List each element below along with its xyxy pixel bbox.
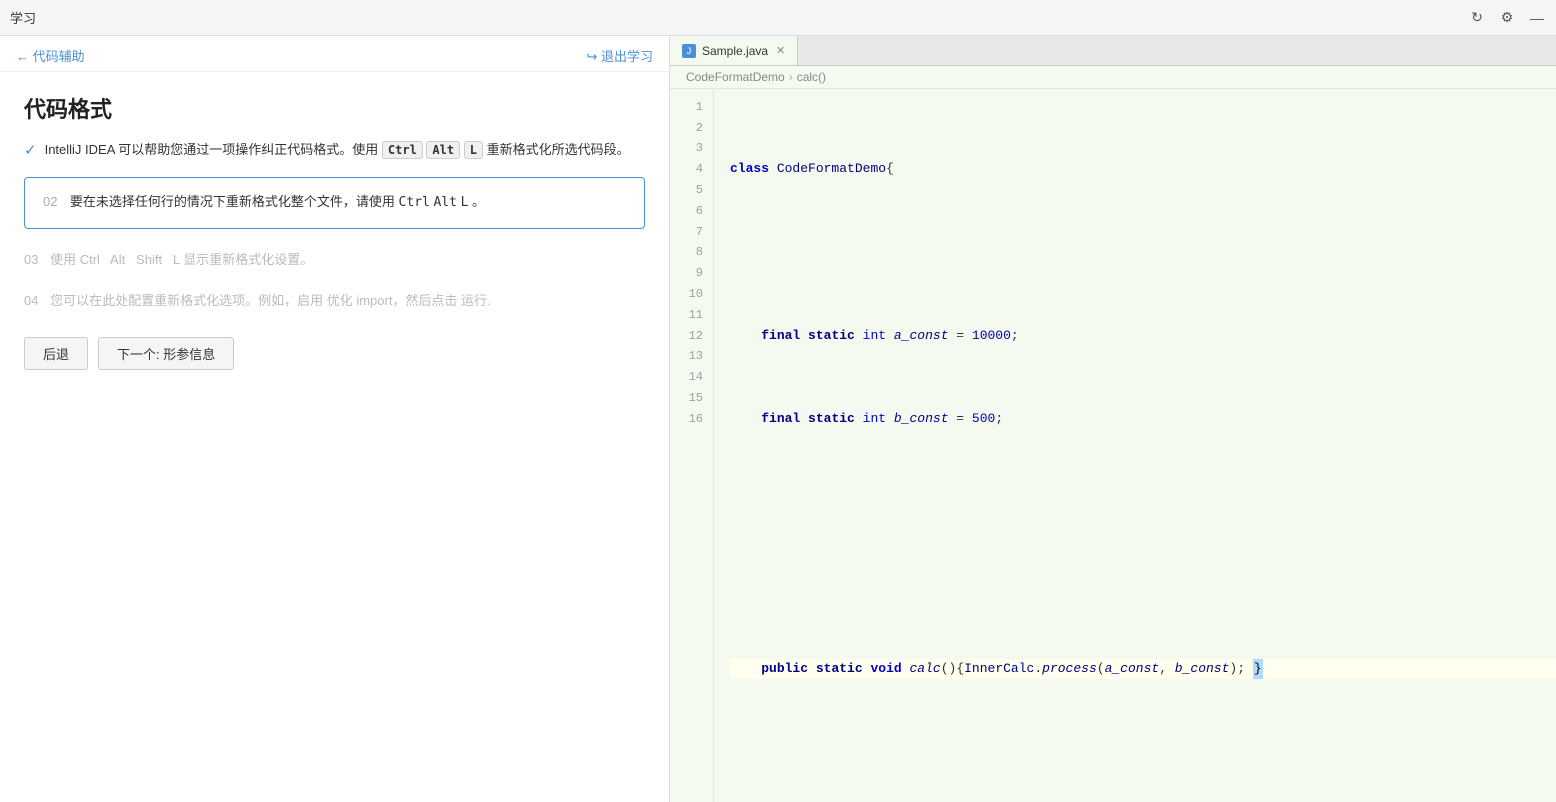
- step2-number: 02: [43, 194, 57, 209]
- page-title: 代码格式: [24, 92, 645, 124]
- ln-12: 12: [670, 326, 713, 347]
- ln-16: 16: [670, 409, 713, 430]
- next-button[interactable]: 下一个: 形参信息: [98, 337, 234, 370]
- java-file-icon: J: [682, 44, 696, 58]
- step4-text: 您可以在此处配置重新格式化选项。例如，启用 优化 import，然后点击 运行.: [50, 293, 491, 308]
- ln-3: 3: [670, 139, 713, 160]
- code-line-7: public static void calc(){InnerCalc.proc…: [730, 659, 1556, 680]
- top-bar-actions: ↻ ⚙ —: [1468, 9, 1546, 27]
- breadcrumb-method: calc(): [797, 70, 826, 84]
- step3-text: 使用 Ctrl Alt Shift L 显示重新格式化设置。: [50, 252, 313, 267]
- ln-9: 9: [670, 263, 713, 284]
- settings-icon[interactable]: ⚙: [1498, 9, 1516, 27]
- code-area[interactable]: 1 2 3 4 5 6 7 8 9 10 11 12 13 14 15 16 c…: [670, 89, 1556, 802]
- breadcrumb-class: CodeFormatDemo: [686, 70, 785, 84]
- ln-6: 6: [670, 201, 713, 222]
- step1-check-icon: ✓: [24, 141, 37, 159]
- code-line-1: class CodeFormatDemo{: [730, 159, 1556, 180]
- code-lines: class CodeFormatDemo{ final static int a…: [714, 89, 1556, 802]
- app-title: 学习: [10, 8, 36, 27]
- sample-java-tab[interactable]: J Sample.java ✕: [670, 36, 798, 65]
- button-row: 后退 下一个: 形参信息: [24, 337, 645, 370]
- breadcrumb-separator: ›: [789, 70, 793, 84]
- ln-2: 2: [670, 118, 713, 139]
- step2-kbd3: L: [461, 195, 469, 210]
- ln-10: 10: [670, 284, 713, 305]
- right-panel: J Sample.java ✕ CodeFormatDemo › calc() …: [670, 36, 1556, 802]
- tab-label: Sample.java: [702, 44, 768, 58]
- ln-1: 1: [670, 97, 713, 118]
- step3: 03 使用 Ctrl Alt Shift L 显示重新格式化设置。: [24, 245, 645, 272]
- ln-5: 5: [670, 180, 713, 201]
- step1: ✓ IntelliJ IDEA 可以帮助您通过一项操作纠正代码格式。使用 Ctr…: [24, 140, 645, 161]
- step2-text: 要在未选择任何行的情况下重新格式化整个文件，请使用 Ctrl Alt L 。: [70, 194, 485, 209]
- ln-11: 11: [670, 305, 713, 326]
- step1-text: IntelliJ IDEA 可以帮助您通过一项操作纠正代码格式。使用 Ctrl …: [45, 140, 630, 161]
- ln-4: 4: [670, 159, 713, 180]
- step1-check: ✓ IntelliJ IDEA 可以帮助您通过一项操作纠正代码格式。使用 Ctr…: [24, 140, 645, 161]
- left-panel: ← 代码辅助 ↪ 退出学习 代码格式 ✓ IntelliJ IDEA 可以帮助您…: [0, 36, 670, 802]
- step1-kbd3: L: [464, 141, 483, 159]
- cls-codeformatdemo: CodeFormatDemo: [777, 159, 886, 180]
- code-line-4: final static int b_const = 500;: [730, 409, 1556, 430]
- step2-kbd1: Ctrl: [399, 195, 430, 210]
- exit-link[interactable]: ↪ 退出学习: [586, 46, 653, 65]
- ln-7: 7: [670, 222, 713, 243]
- step1-kbd2: Alt: [426, 141, 460, 159]
- step4: 04 您可以在此处配置重新格式化选项。例如，启用 优化 import，然后点击 …: [24, 286, 645, 313]
- left-content: 代码格式 ✓ IntelliJ IDEA 可以帮助您通过一项操作纠正代码格式。使…: [0, 72, 669, 390]
- step2-kbd2: Alt: [433, 195, 456, 210]
- refresh-icon[interactable]: ↻: [1468, 9, 1486, 27]
- breadcrumb: CodeFormatDemo › calc(): [670, 66, 1556, 89]
- ln-8: 8: [670, 243, 713, 264]
- step1-kbd1: Ctrl: [382, 141, 423, 159]
- line-numbers: 1 2 3 4 5 6 7 8 9 10 11 12 13 14 15 16: [670, 89, 714, 802]
- ln-13: 13: [670, 347, 713, 368]
- top-bar: 学习 ↻ ⚙ —: [0, 0, 1556, 36]
- back-link[interactable]: ← 代码辅助: [16, 46, 85, 65]
- ln-14: 14: [670, 367, 713, 388]
- code-line-3: final static int a_const = 10000;: [730, 326, 1556, 347]
- minimize-icon[interactable]: —: [1528, 9, 1546, 27]
- main-area: ← 代码辅助 ↪ 退出学习 代码格式 ✓ IntelliJ IDEA 可以帮助您…: [0, 36, 1556, 802]
- step3-number: 03: [24, 252, 38, 267]
- left-header: ← 代码辅助 ↪ 退出学习: [0, 36, 669, 72]
- code-line-6: [730, 575, 1556, 596]
- code-line-2: [730, 243, 1556, 264]
- back-button[interactable]: 后退: [24, 337, 88, 370]
- step4-number: 04: [24, 293, 38, 308]
- tab-close-icon[interactable]: ✕: [776, 44, 785, 57]
- code-line-5: [730, 492, 1556, 513]
- tab-bar: J Sample.java ✕: [670, 36, 1556, 66]
- step2-box: 02 要在未选择任何行的情况下重新格式化整个文件，请使用 Ctrl Alt L …: [24, 177, 645, 229]
- top-bar-title-area: 学习: [10, 8, 36, 27]
- kw-class: class: [730, 159, 769, 180]
- code-line-8: [730, 742, 1556, 763]
- ln-15: 15: [670, 388, 713, 409]
